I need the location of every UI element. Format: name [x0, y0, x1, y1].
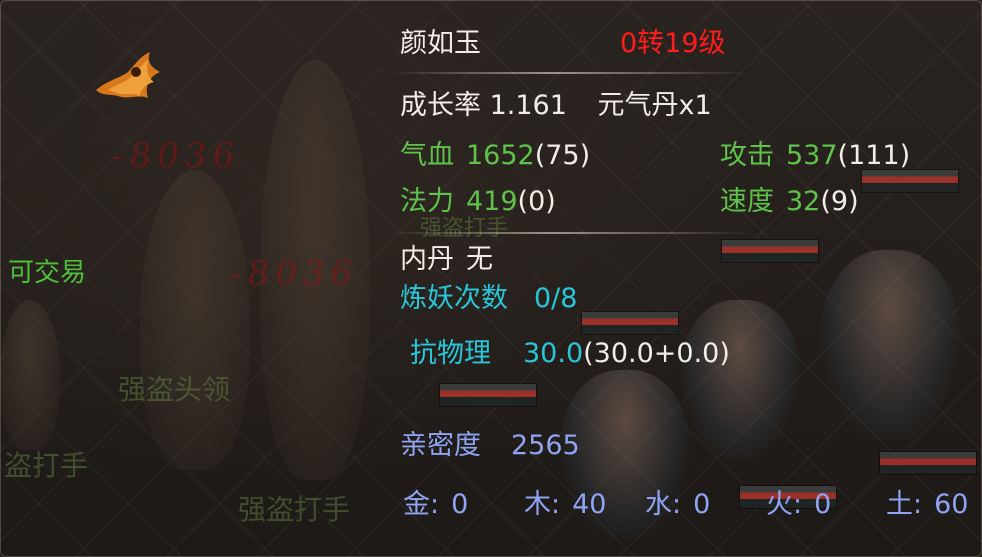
wood-label: 木:: [524, 489, 561, 520]
refine-value: 0/8: [534, 283, 578, 314]
bandit-figure: [820, 250, 960, 440]
tradeable-label: 可交易: [8, 258, 87, 288]
shadow-figure: [140, 170, 250, 470]
wood-value: 40: [572, 489, 607, 520]
speed-stat: 速度 32(9): [720, 188, 859, 215]
fire-label: 火:: [766, 489, 803, 520]
mp-label: 法力: [400, 186, 454, 217]
attack-value: 537: [786, 140, 838, 171]
resist-detail: (30.0+0.0): [583, 338, 730, 369]
inner-core-row: 内丹无: [400, 246, 493, 273]
water-value: 0: [693, 489, 711, 520]
attack-stat: 攻击 537(111): [720, 142, 910, 169]
enemy-name: 强盗头领: [118, 373, 231, 406]
resist-row: 抗物理 30.0(30.0+0.0): [410, 340, 730, 367]
mp-value: 419: [466, 186, 518, 217]
enemy-hp-bar: [862, 170, 958, 192]
fire-sprite-icon: [96, 52, 160, 98]
intimacy-value: 2565: [511, 430, 580, 461]
attack-bonus: (111): [837, 140, 911, 171]
enemy-hp-bar: [582, 312, 678, 334]
bandit-figure: [680, 300, 800, 460]
hp-value: 1652: [466, 140, 535, 171]
intimacy-label: 亲密度: [400, 430, 481, 461]
element-wood: 木: 40: [524, 491, 606, 518]
enemy-hp-bar: [722, 240, 818, 262]
speed-value: 32: [786, 186, 821, 217]
attack-label: 攻击: [720, 140, 774, 171]
mp-bonus: (0): [517, 186, 556, 217]
mp-stat: 法力 419(0): [400, 188, 556, 215]
refine-label: 炼妖次数: [400, 283, 508, 314]
element-water: 水: 0: [645, 491, 710, 518]
metal-label: 金:: [403, 489, 440, 520]
speed-bonus: (9): [820, 186, 859, 217]
inner-core-label: 内丹: [400, 244, 454, 275]
game-scene: -8036 -8036 强盗头领 盗打手 强盗打手 强盗打手 可交易 颜如玉 0…: [0, 0, 982, 557]
hp-stat: 气血 1652(75): [400, 142, 590, 169]
shadow-figure: [0, 300, 60, 450]
element-metal: 金: 0: [403, 491, 468, 518]
divider: [390, 72, 750, 74]
resist-value: 30.0: [523, 338, 584, 369]
pet-name: 颜如玉: [400, 28, 481, 59]
enemy-name: 盗打手: [4, 449, 89, 482]
element-earth: 土: 60: [886, 491, 968, 518]
enemy-hp-bar: [880, 452, 976, 474]
growth-row: 成长率 1.161 元气丹x1: [400, 92, 712, 119]
damage-number: -8036: [227, 254, 361, 294]
resist-label: 抗物理: [410, 338, 491, 369]
hp-bonus: (75): [534, 140, 591, 171]
hp-label: 气血: [400, 140, 454, 171]
growth-label: 成长率: [400, 90, 481, 121]
water-label: 水:: [645, 489, 682, 520]
inner-core-value: 无: [466, 244, 493, 275]
refine-row: 炼妖次数 0/8: [400, 285, 577, 312]
pet-level: 0转19级: [620, 28, 726, 59]
intimacy-row: 亲密度 2565: [400, 432, 580, 459]
growth-value: 1.161: [489, 90, 567, 121]
earth-label: 土:: [886, 489, 923, 520]
damage-number: -8036: [109, 136, 243, 176]
divider: [390, 232, 750, 234]
enemy-hp-bar: [440, 384, 536, 406]
speed-label: 速度: [720, 186, 774, 217]
element-fire: 火: 0: [766, 491, 831, 518]
growth-item: 元气丹x1: [597, 90, 712, 121]
earth-value: 60: [934, 489, 969, 520]
enemy-name: 强盗打手: [238, 493, 351, 526]
metal-value: 0: [451, 489, 469, 520]
fire-value: 0: [814, 489, 832, 520]
